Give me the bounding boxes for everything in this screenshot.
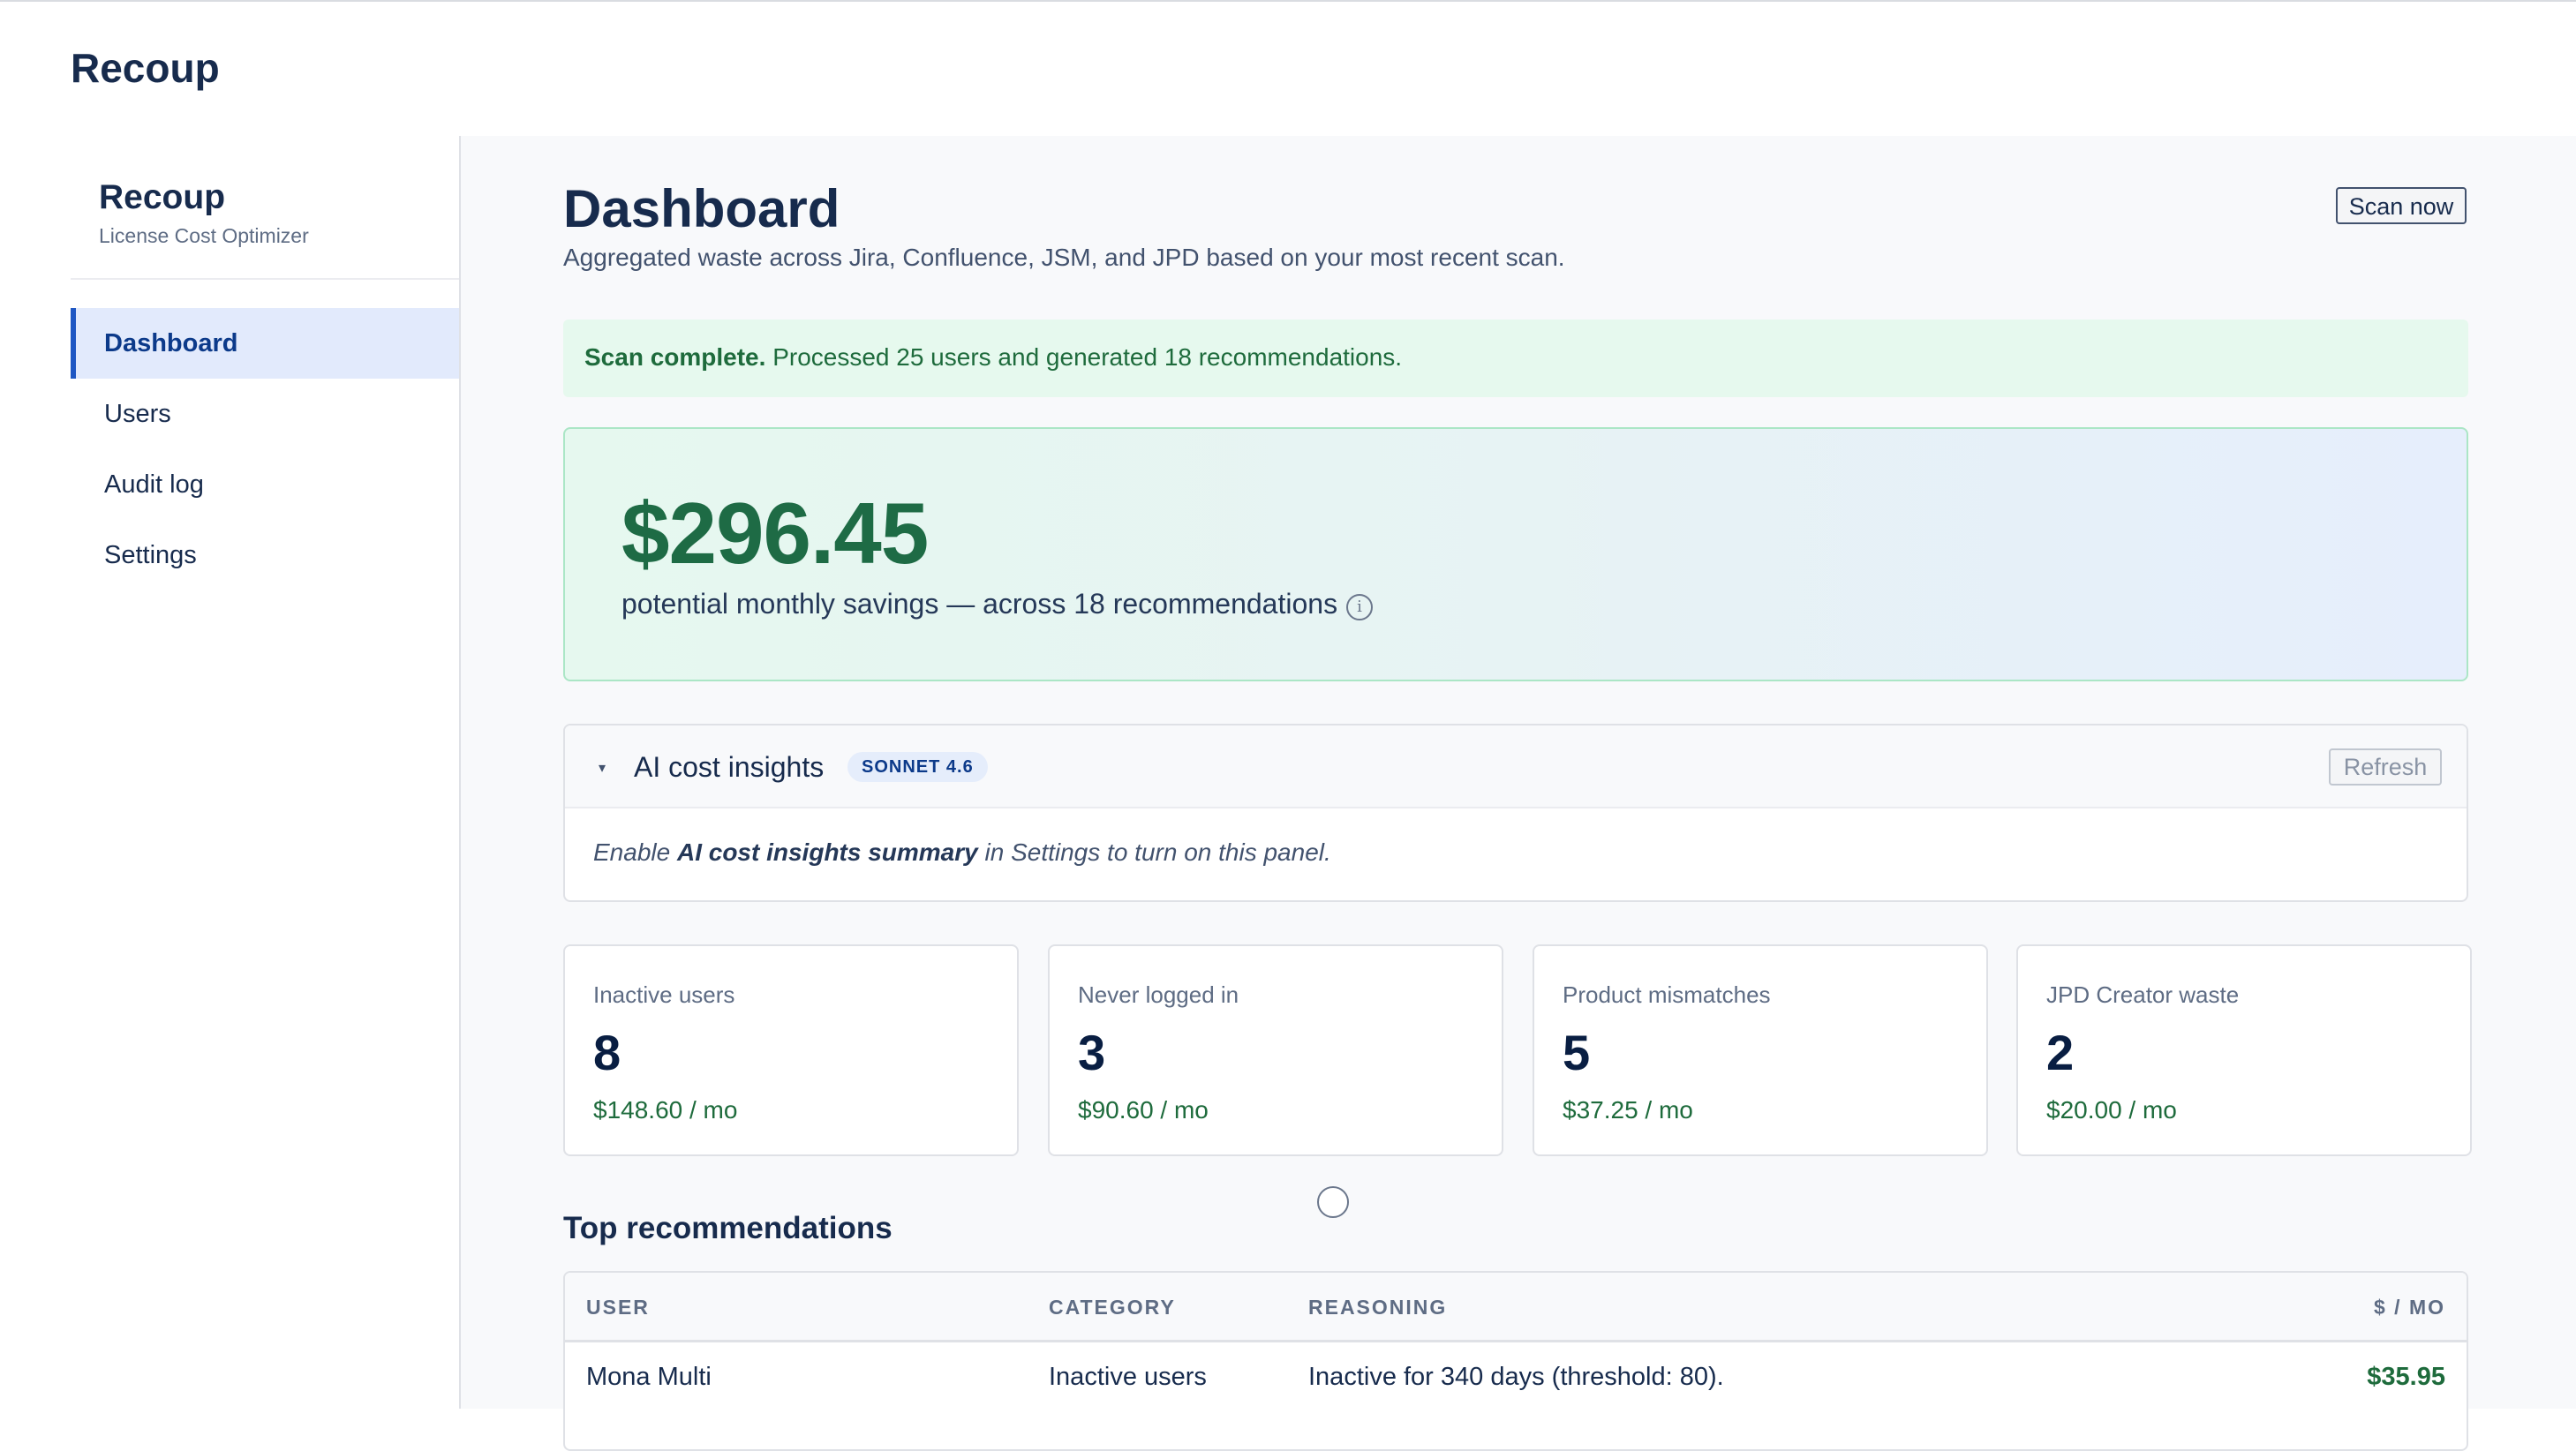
- sidebar-item-settings[interactable]: Settings: [71, 520, 459, 590]
- table-header: USER CATEGORY REASONING $ / MO: [565, 1273, 2467, 1342]
- column-header-reasoning[interactable]: REASONING: [1308, 1296, 1447, 1319]
- sidebar-item-users[interactable]: Users: [71, 379, 459, 449]
- ai-body-setting: AI cost insights summary: [676, 838, 978, 866]
- banner-strong: Scan complete.: [584, 343, 766, 371]
- ai-body-prefix: Enable: [593, 838, 677, 866]
- stat-value: 2: [2046, 1025, 2075, 1080]
- stat-label: Product mismatches: [1563, 981, 1771, 1008]
- stat-label: Inactive users: [593, 981, 735, 1008]
- sidebar-title: Recoup: [99, 178, 226, 216]
- ai-insights-panel: ▾ AI cost insights SONNET 4.6 Refresh En…: [563, 724, 2468, 902]
- stat-cost: $20.00 / mo: [2046, 1096, 2177, 1124]
- app-title: Recoup: [71, 45, 220, 91]
- column-header-user[interactable]: USER: [586, 1296, 650, 1319]
- chevron-down-icon[interactable]: ▾: [599, 759, 606, 777]
- stat-cost: $148.60 / mo: [593, 1096, 738, 1124]
- savings-caption: potential monthly savings — across 18 re…: [621, 588, 1374, 620]
- ai-body-suffix: in Settings to turn on this panel.: [977, 838, 1331, 866]
- sidebar-nav: Dashboard Users Audit log Settings: [71, 308, 459, 590]
- model-badge: SONNET 4.6: [847, 752, 988, 782]
- loading-spinner-icon: [1317, 1186, 1349, 1218]
- sidebar-subtitle: License Cost Optimizer: [99, 224, 309, 247]
- column-header-category[interactable]: CATEGORY: [1049, 1296, 1176, 1319]
- refresh-button[interactable]: Refresh: [2329, 748, 2442, 786]
- row-reasoning: Inactive for 340 days (threshold: 80).: [1308, 1363, 1724, 1391]
- ai-insights-message: Enable AI cost insights summary in Setti…: [593, 838, 1331, 867]
- banner-message: Processed 25 users and generated 18 reco…: [772, 343, 1403, 371]
- stat-label: Never logged in: [1078, 981, 1239, 1008]
- scan-complete-banner: Scan complete. Processed 25 users and ge…: [563, 320, 2468, 397]
- app-frame: Recoup License Cost Optimizer Dashboard …: [0, 136, 2576, 1451]
- main-content: Dashboard Aggregated waste across Jira, …: [461, 136, 2576, 1451]
- row-user: Mona Multi: [586, 1363, 712, 1391]
- page-title: Dashboard: [563, 179, 840, 238]
- column-header-cost[interactable]: $ / MO: [2374, 1296, 2445, 1319]
- scan-now-button[interactable]: Scan now: [2336, 187, 2467, 224]
- stat-card-product-mismatches[interactable]: Product mismatches 5 $37.25 / mo: [1533, 944, 1988, 1156]
- banner-text: Scan complete. Processed 25 users and ge…: [584, 343, 1402, 372]
- stat-value: 8: [593, 1025, 621, 1080]
- ai-insights-header[interactable]: ▾ AI cost insights SONNET 4.6 Refresh: [565, 726, 2467, 808]
- ai-insights-title: AI cost insights: [634, 751, 825, 783]
- stat-cost: $90.60 / mo: [1078, 1096, 1209, 1124]
- recommendations-title: Top recommendations: [563, 1211, 893, 1245]
- savings-amount: $296.45: [621, 485, 929, 582]
- page-subtitle: Aggregated waste across Jira, Confluence…: [563, 244, 1565, 271]
- stat-label: JPD Creator waste: [2046, 981, 2240, 1008]
- stat-cost: $37.25 / mo: [1563, 1096, 1693, 1124]
- stat-card-inactive-users[interactable]: Inactive users 8 $148.60 / mo: [563, 944, 1019, 1156]
- top-divider: [0, 0, 2576, 2]
- sidebar-item-dashboard[interactable]: Dashboard: [71, 308, 459, 379]
- sidebar-item-audit-log[interactable]: Audit log: [71, 449, 459, 520]
- row-category: Inactive users: [1049, 1363, 1207, 1391]
- savings-card: $296.45 potential monthly savings — acro…: [563, 427, 2468, 681]
- info-icon[interactable]: i: [1346, 594, 1374, 620]
- row-amount: $35.95: [2367, 1363, 2445, 1391]
- sidebar-divider: [71, 278, 459, 280]
- stat-card-jpd-creator-waste[interactable]: JPD Creator waste 2 $20.00 / mo: [2016, 944, 2472, 1156]
- stat-value: 5: [1563, 1025, 1591, 1080]
- recommendations-table: USER CATEGORY REASONING $ / MO Mona Mult…: [563, 1271, 2468, 1451]
- sidebar: Recoup License Cost Optimizer Dashboard …: [71, 136, 461, 1409]
- savings-text: potential monthly savings — across 18 re…: [621, 588, 1338, 620]
- stat-value: 3: [1078, 1025, 1106, 1080]
- stat-card-never-logged-in[interactable]: Never logged in 3 $90.60 / mo: [1048, 944, 1503, 1156]
